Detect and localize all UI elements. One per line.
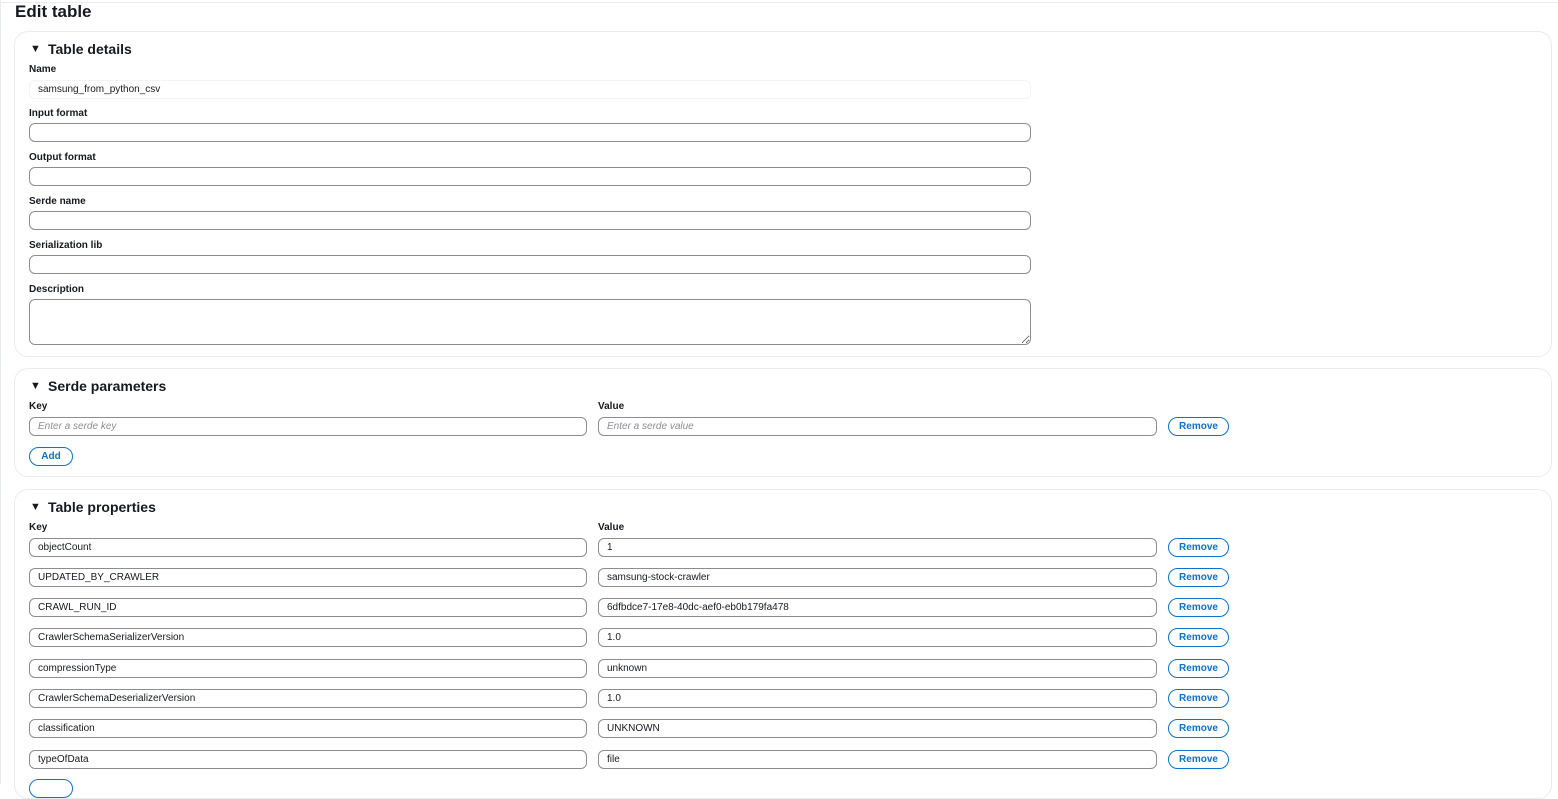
input-format-label: Input format <box>29 108 88 119</box>
property-remove-button[interactable]: Remove <box>1168 750 1229 769</box>
table-properties-title: Table properties <box>48 499 156 515</box>
property-remove-button[interactable]: Remove <box>1168 659 1229 678</box>
properties-key-header: Key <box>29 522 48 533</box>
property-remove-button[interactable]: Remove <box>1168 568 1229 587</box>
property-remove-button[interactable]: Remove <box>1168 598 1229 617</box>
property-value-input[interactable] <box>598 598 1157 617</box>
serde-parameters-header[interactable]: ▼ Serde parameters <box>30 378 166 394</box>
properties-value-header: Value <box>598 522 625 533</box>
caret-down-icon: ▼ <box>30 500 41 513</box>
property-value-input[interactable] <box>598 568 1157 587</box>
property-value-input[interactable] <box>598 628 1157 647</box>
property-remove-button[interactable]: Remove <box>1168 689 1229 708</box>
serde-key-input[interactable] <box>29 417 587 436</box>
caret-down-icon: ▼ <box>30 42 41 55</box>
property-key-input[interactable] <box>29 750 587 769</box>
left-divider <box>0 0 1 784</box>
serde-value-header: Value <box>598 401 625 412</box>
name-field[interactable] <box>29 80 1031 99</box>
property-add-button[interactable] <box>29 779 73 798</box>
output-format-field[interactable] <box>29 167 1031 186</box>
property-key-input[interactable] <box>29 568 587 587</box>
serde-value-input[interactable] <box>598 417 1157 436</box>
property-value-input[interactable] <box>598 750 1157 769</box>
serde-parameters-title: Serde parameters <box>48 378 167 394</box>
property-key-input[interactable] <box>29 598 587 617</box>
caret-down-icon: ▼ <box>30 379 41 392</box>
property-remove-button[interactable]: Remove <box>1168 538 1229 557</box>
serialization-lib-field[interactable] <box>29 255 1031 274</box>
property-remove-button[interactable]: Remove <box>1168 719 1229 738</box>
property-remove-button[interactable]: Remove <box>1168 628 1229 647</box>
property-key-input[interactable] <box>29 628 587 647</box>
table-details-header[interactable]: ▼ Table details <box>30 41 132 57</box>
property-value-input[interactable] <box>598 719 1157 738</box>
table-details-title: Table details <box>48 41 132 57</box>
serde-remove-button[interactable]: Remove <box>1168 417 1229 436</box>
property-key-input[interactable] <box>29 689 587 708</box>
property-key-input[interactable] <box>29 538 587 557</box>
description-field[interactable] <box>29 299 1031 345</box>
output-format-label: Output format <box>29 152 96 163</box>
serde-name-field[interactable] <box>29 211 1031 230</box>
serde-name-label: Serde name <box>29 196 86 207</box>
serde-add-button[interactable]: Add <box>29 447 73 466</box>
serialization-lib-label: Serialization lib <box>29 240 103 251</box>
property-value-input[interactable] <box>598 659 1157 678</box>
table-properties-header[interactable]: ▼ Table properties <box>30 499 156 515</box>
serde-key-header: Key <box>29 401 48 412</box>
description-label: Description <box>29 284 85 295</box>
property-key-input[interactable] <box>29 659 587 678</box>
name-label: Name <box>29 64 57 75</box>
property-key-input[interactable] <box>29 719 587 738</box>
property-value-input[interactable] <box>598 689 1157 708</box>
input-format-field[interactable] <box>29 123 1031 142</box>
top-divider <box>0 2 1558 3</box>
page-title: Edit table <box>15 2 92 21</box>
property-value-input[interactable] <box>598 538 1157 557</box>
